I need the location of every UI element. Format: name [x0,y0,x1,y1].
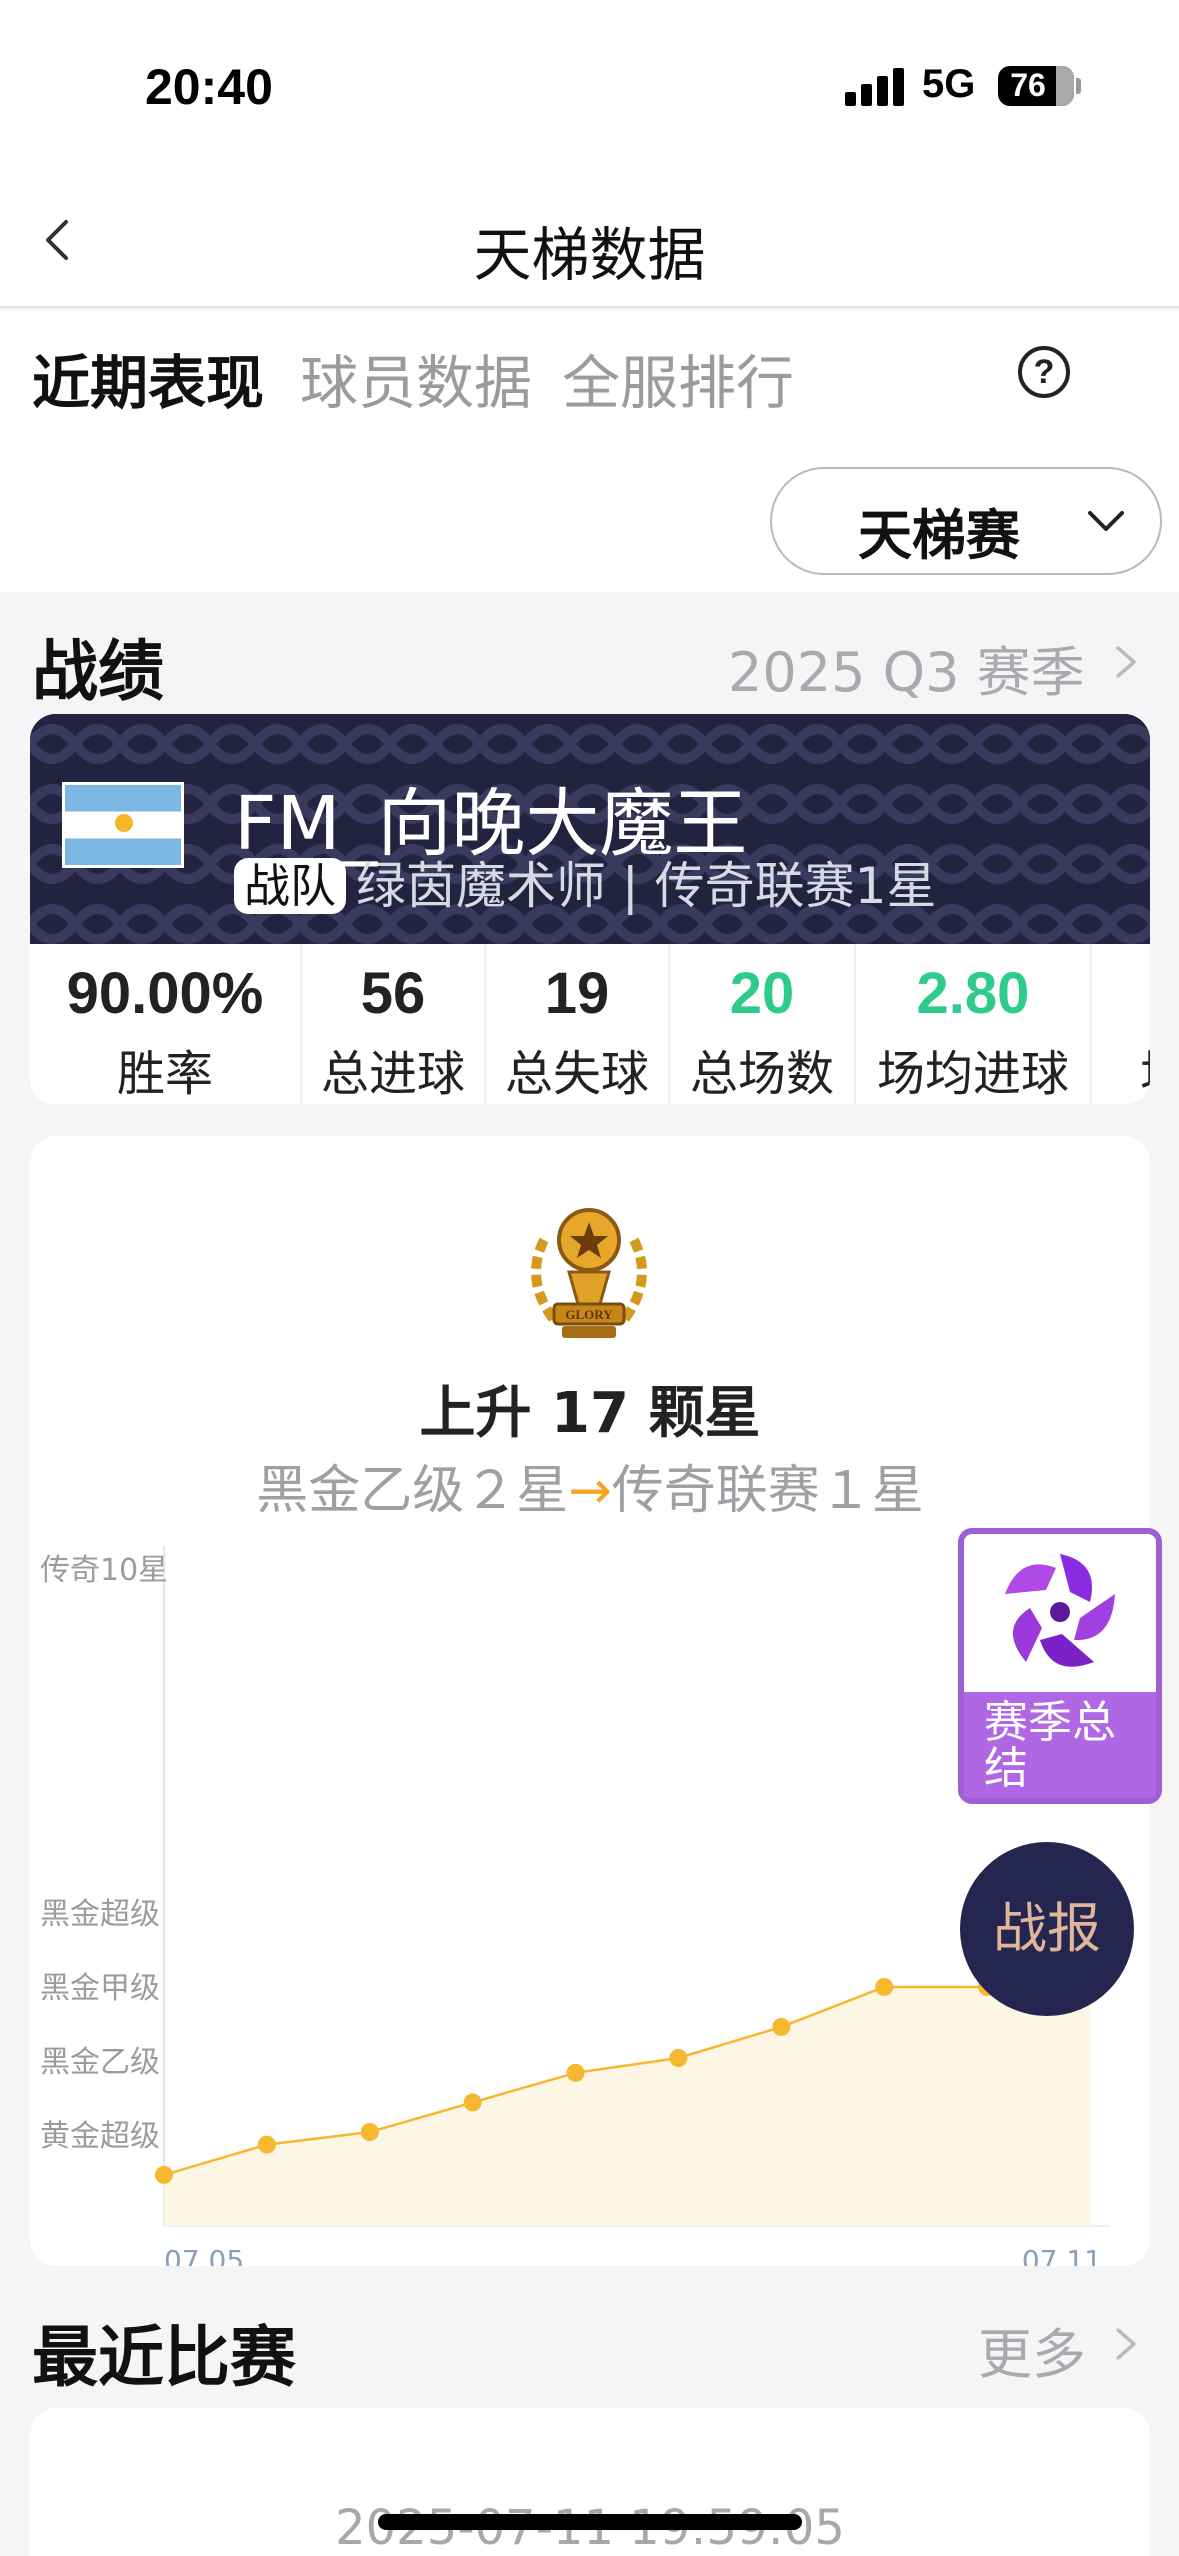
season-logo-icon [1005,1554,1115,1667]
battle-report-button[interactable]: 战报 [960,1842,1134,2016]
y-tick-label: 黄金超级 [40,2119,160,2154]
network-type: 5G [922,62,976,106]
stat-value: 20 [729,961,795,1026]
chart-point [566,2063,585,2082]
tab-recent[interactable]: 近期表现 [32,336,294,420]
trophy-icon: GLORY [531,1208,647,1338]
rank-arrow: → [568,1461,612,1521]
season-summary-badge[interactable]: 赛季总结 [958,1528,1162,1804]
stat-value: 19 [544,961,610,1026]
status-bar: 20:40 5G 76 [0,0,1179,170]
battery-icon: 76 [998,66,1074,106]
x-tick-label-start: 07.05 [164,2244,244,2266]
more-matches-link[interactable]: 更多 [978,2310,1086,2389]
stat-value: 56 [360,961,426,1026]
battery-tip [1076,78,1081,94]
y-tick-label: 黑金超级 [40,1897,160,1932]
rank-to: 传奇联赛１星 [611,1461,924,1521]
match-card[interactable]: 2025-07-11 19:59:05 [30,2408,1150,2556]
stat-conceded: 19 总失球 [486,944,670,1104]
y-tick-label: 黑金甲级 [40,1971,160,2006]
stats-row: 90.00% 胜率 56 总进球 19 总失球 20 总场数 2.80 场均进球… [30,944,1150,1104]
chart-point [772,2017,791,2036]
stat-win-rate: 90.00% 胜率 [30,944,302,1104]
star-rise-title: 上升 17 颗星 [419,1381,761,1446]
player-name: FM_向晚大魔王 [234,781,748,867]
help-icon[interactable]: ? [1018,346,1070,398]
team-tag: 战队 [234,858,346,914]
status-time: 20:40 [145,59,273,115]
tab-bar: 近期表现 球员数据 全服排行 ? 天梯赛 [0,310,1179,592]
rank-change: 黑金乙级２星→传奇联赛１星 [30,1448,1150,1523]
stat-label: 总失球 [504,1046,649,1102]
chart-point [463,2093,482,2112]
chart-area-fill [164,1958,1090,2226]
team-info: 绿茵魔术师 | 传奇联赛1星 [356,857,937,915]
season-summary-label: 赛季总结 [964,1692,1156,1798]
tab-player-data[interactable]: 球员数据 [300,336,532,420]
stat-value: 90.00% [66,961,264,1026]
nav-bar: 天梯数据 [0,170,1179,308]
arrow-right-icon [1116,646,1136,678]
stat-label: 总进球 [320,1046,465,1102]
stat-label: 场 [1140,1034,1150,1104]
rank-from: 黑金乙级２星 [256,1461,569,1521]
chevron-down-icon [1088,511,1124,531]
mode-dropdown[interactable]: 天梯赛 [770,467,1162,575]
chart-point [669,2049,688,2067]
tab-recent-label: 近期表现 [32,349,265,417]
chart-point [155,2165,173,2184]
chart-point [360,2123,379,2141]
stat-matches: 20 总场数 [670,944,856,1104]
record-section-title: 战绩 [32,633,164,710]
stat-goals: 56 总进球 [302,944,486,1104]
home-indicator [378,2514,802,2530]
x-tick-label-end: 07.11 [1022,2244,1102,2266]
player-card: FM_向晚大魔王 战队 绿茵魔术师 | 传奇联赛1星 [30,714,1150,944]
mode-dropdown-label: 天梯赛 [858,504,1020,567]
stat-value: 2.80 [916,961,1030,1026]
y-tick-label: 传奇10星 [40,1553,168,1588]
battery-level: 76 [1010,67,1046,103]
recent-matches-title: 最近比赛 [32,2319,296,2396]
svg-text:GLORY: GLORY [565,1307,613,1322]
stat-avg-goals: 2.80 场均进球 [856,944,1092,1104]
stat-label: 胜率 [116,1046,213,1102]
y-tick-label: 黑金乙级 [40,2045,160,2080]
signal-icon [845,66,905,106]
arrow-right-icon [1116,2328,1136,2360]
stat-label: 总场数 [689,1046,834,1102]
season-selector[interactable]: 2025 Q3 赛季 [728,628,1085,707]
page-title: 天梯数据 [473,221,706,289]
argentina-flag-icon [62,782,184,868]
stat-label: 场均进球 [876,1046,1069,1102]
chart-point [257,2135,276,2154]
stat-partial: 0 场 [1092,944,1150,1104]
chart-point [875,1977,894,1996]
tab-server-ranking[interactable]: 全服排行 [562,336,794,420]
